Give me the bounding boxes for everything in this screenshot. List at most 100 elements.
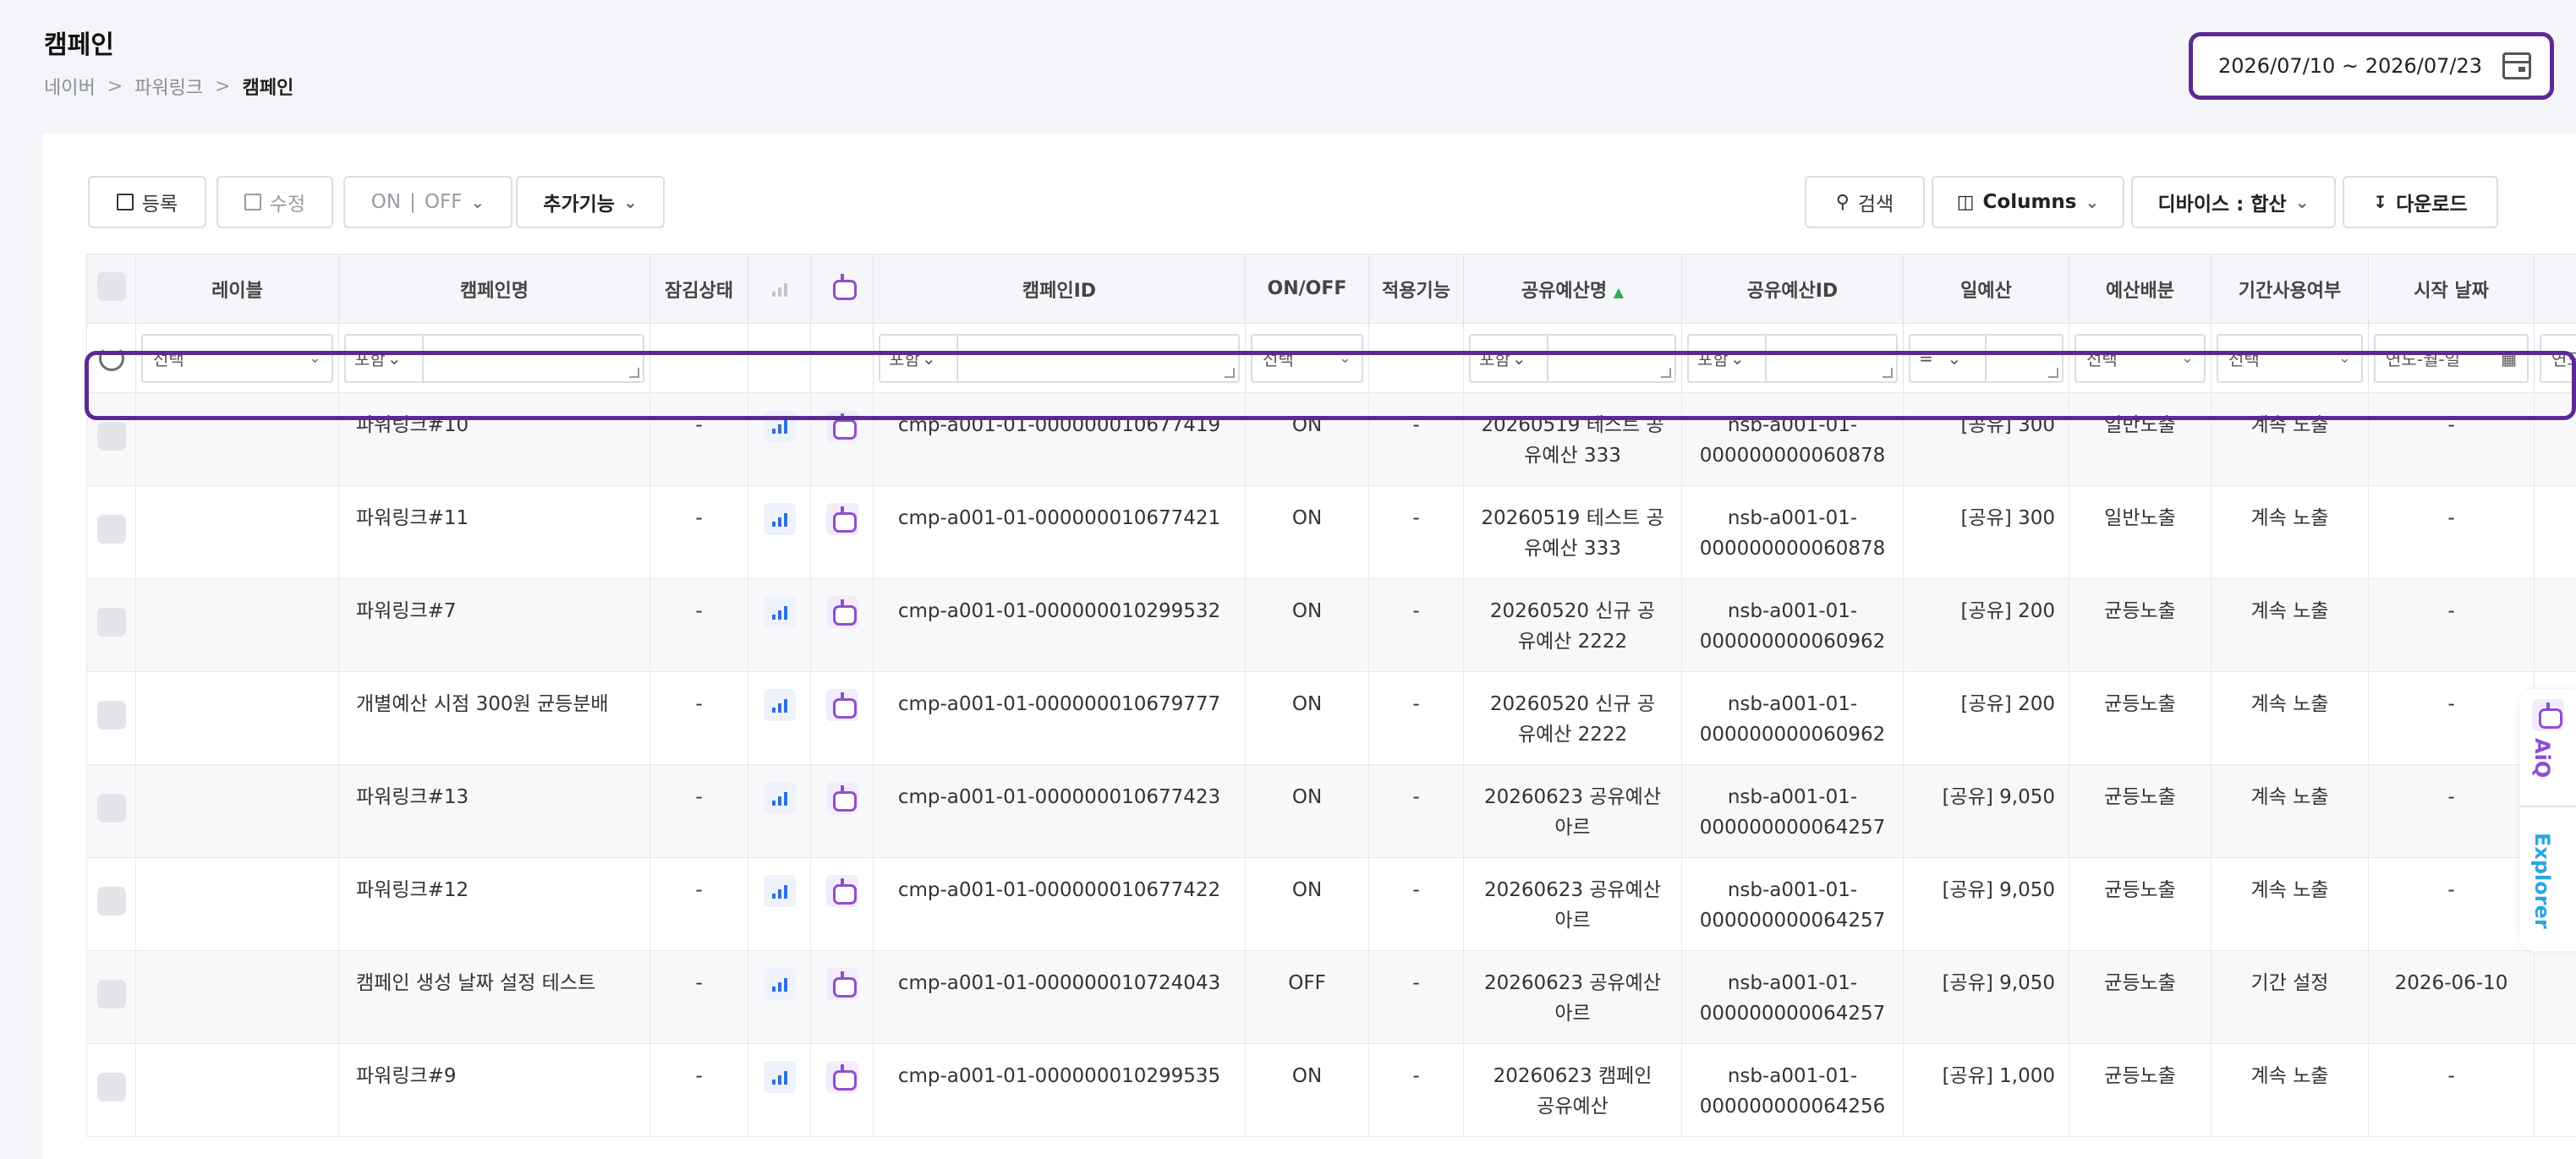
campaign-name-cell[interactable]: 파워링크#9	[338, 1043, 650, 1137]
start-date-filter[interactable]: 연도-월-일 ▦	[2374, 333, 2529, 383]
robot-icon[interactable]	[825, 875, 858, 907]
robot-icon[interactable]	[825, 503, 858, 535]
end-date-cell	[2534, 392, 2576, 486]
date-range-value: 2026/07/10 ~ 2026/07/23	[2218, 54, 2483, 78]
campaign-name-cell[interactable]: 파워링크#13	[338, 764, 650, 858]
campaign-name-cell[interactable]: 파워링크#10	[338, 392, 650, 486]
aiq-label: AiQ	[2530, 738, 2554, 779]
campaign-name-cell[interactable]: 파워링크#12	[338, 857, 650, 951]
date-placeholder: 연도-월	[2551, 349, 2576, 369]
period-use-cell: 계속 노출	[2211, 857, 2369, 951]
on-off-filter-select[interactable]: 선택 ⌄	[1251, 333, 1363, 383]
stats-icon[interactable]	[763, 1061, 796, 1093]
budget-name-line: 20260623 공유예산	[1483, 879, 1662, 901]
stats-icon[interactable]	[763, 596, 796, 628]
shared-budget-id-filter[interactable]: 포함 ⌄	[1687, 333, 1898, 383]
table-row[interactable]: 파워링크#7- cmp-a001-01-000000010299532 ON -202…	[86, 578, 2576, 672]
row-checkbox[interactable]	[96, 1073, 126, 1102]
stats-icon[interactable]	[763, 782, 796, 814]
shared-budget-name-filter[interactable]: 포함 ⌄	[1469, 333, 1676, 383]
table-row[interactable]: 파워링크#13- cmp-a001-01-000000010677423 ON -20…	[86, 764, 2576, 858]
stats-icon[interactable]	[763, 968, 796, 1000]
period-filter-select[interactable]: 선택 ⌄	[2217, 333, 2363, 383]
row-checkbox[interactable]	[96, 608, 126, 637]
label-filter-select[interactable]: 선택 ⌄	[141, 333, 333, 383]
campaign-id-filter[interactable]: 포함 ⌄	[879, 333, 1240, 383]
contains-operator[interactable]: 포함 ⌄	[880, 335, 958, 381]
campaign-name-cell[interactable]: 개별예산 시점 300원 균등분배	[338, 671, 650, 765]
table-row[interactable]: 개별예산 시점 300원 균등분배 - cmp-a001-01-0000000106…	[86, 671, 2576, 765]
contains-operator[interactable]: 포함 ⌄	[1689, 335, 1767, 381]
contains-operator[interactable]: 포함 ⌄	[1471, 335, 1548, 381]
daily-budget-filter[interactable]: = ⌄	[1909, 333, 2064, 383]
row-checkbox[interactable]	[96, 887, 126, 916]
table-row[interactable]: 파워링크#12- cmp-a001-01-000000010677422 ON -20…	[86, 857, 2576, 951]
end-date-filter[interactable]: 연도-월	[2540, 333, 2576, 383]
campaign-name-cell[interactable]: 파워링크#11	[338, 485, 650, 579]
device-label: 디바이스 : 합산	[2157, 194, 2287, 216]
breadcrumb-powerlink[interactable]: 파워링크	[134, 73, 203, 100]
stats-icon[interactable]	[763, 410, 796, 442]
col-lock-status[interactable]: 잠김상태	[649, 254, 748, 324]
row-checkbox[interactable]	[96, 515, 126, 544]
row-checkbox[interactable]	[96, 701, 126, 730]
col-shared-budget-id[interactable]: 공유예산ID	[1681, 254, 1904, 324]
robot-icon[interactable]	[825, 782, 858, 814]
robot-icon[interactable]	[825, 410, 858, 442]
campaign-name-cell[interactable]: 파워링크#7	[338, 578, 650, 672]
robot-icon[interactable]	[825, 968, 858, 1000]
stats-icon[interactable]	[763, 875, 796, 907]
filter-input[interactable]	[1987, 336, 2062, 381]
edit-button[interactable]: 수정	[216, 176, 333, 228]
row-checkbox[interactable]	[96, 794, 126, 823]
table-row[interactable]: 파워링크#11- cmp-a001-01-000000010677421 ON -20…	[86, 485, 2576, 579]
filter-input[interactable]	[1548, 336, 1674, 381]
on-off-toggle-button[interactable]: ON | OFF ⌄	[343, 176, 512, 228]
filter-input[interactable]	[1767, 336, 1896, 381]
explorer-button[interactable]: Explorer	[2520, 816, 2576, 951]
contains-operator[interactable]: 포함 ⌄	[346, 335, 424, 381]
col-budget-distribution[interactable]: 예산배분	[2069, 254, 2212, 324]
campaign-name-filter[interactable]: 포함 ⌄	[344, 333, 644, 383]
more-features-button[interactable]: 추가기능 ⌄	[516, 176, 665, 228]
col-period-use[interactable]: 기간사용여부	[2211, 254, 2369, 324]
campaign-panel: 등록 수정 ON | OFF ⌄ 추가기능 ⌄ ⚲ 검색 ◫ Columns ⌄…	[42, 134, 2576, 1159]
col-label[interactable]: 레이블	[135, 254, 339, 324]
table-row[interactable]: 파워링크#10- cmp-a001-01-000000010677419 ON -20…	[86, 392, 2576, 486]
col-daily-budget[interactable]: 일예산	[1903, 254, 2069, 324]
col-shared-budget-name[interactable]: 공유예산명 ▲	[1463, 254, 1682, 324]
campaign-name-cell[interactable]: 캠페인 생성 날짜 설정 테스트	[338, 950, 650, 1044]
columns-button[interactable]: ◫ Columns ⌄	[1932, 176, 2124, 228]
col-end-date[interactable]: 종료	[2534, 254, 2576, 324]
col-on-off[interactable]: ON/OFF	[1245, 254, 1369, 324]
device-select[interactable]: 디바이스 : 합산 ⌄	[2131, 176, 2336, 228]
date-range-picker[interactable]: 2026/07/10 ~ 2026/07/23	[2189, 32, 2554, 100]
distribution-filter-select[interactable]: 선택 ⌄	[2075, 333, 2206, 383]
robot-icon[interactable]	[825, 596, 858, 628]
stats-icon[interactable]	[763, 503, 796, 535]
table-row[interactable]: 캠페인 생성 날짜 설정 테스트 - cmp-a001-01-00000001072…	[86, 950, 2576, 1044]
robot-icon[interactable]	[825, 689, 858, 721]
search-button[interactable]: ⚲ 검색	[1805, 176, 1925, 228]
select-all-checkbox[interactable]	[96, 271, 126, 301]
stats-icon[interactable]	[763, 689, 796, 721]
col-campaign-id[interactable]: 캠페인ID	[873, 254, 1246, 324]
register-button[interactable]: 등록	[88, 176, 206, 228]
filter-input[interactable]	[424, 336, 643, 381]
col-campaign-name[interactable]: 캠페인명	[338, 254, 650, 324]
aiq-button[interactable]: AiQ	[2520, 689, 2576, 807]
col-applied-feature[interactable]: 적용기능	[1368, 254, 1464, 324]
robot-icon[interactable]	[825, 1061, 858, 1093]
table-row[interactable]: 파워링크#9- cmp-a001-01-000000010299535 ON -202…	[86, 1043, 2576, 1137]
filter-name-cell: 포함 ⌄	[338, 323, 650, 393]
filter-input[interactable]	[958, 336, 1238, 381]
col-start-date[interactable]: 시작 날짜	[2368, 254, 2535, 324]
row-checkbox[interactable]	[96, 422, 126, 451]
download-button[interactable]: ↧ 다운로드	[2343, 176, 2498, 228]
row-checkbox[interactable]	[96, 980, 126, 1009]
breadcrumb-naver[interactable]: 네이버	[44, 73, 96, 100]
refresh-icon[interactable]	[99, 345, 124, 371]
register-label: 등록	[141, 194, 178, 216]
equals-operator[interactable]: = ⌄	[1910, 335, 1987, 381]
plus-box-icon	[116, 194, 134, 210]
